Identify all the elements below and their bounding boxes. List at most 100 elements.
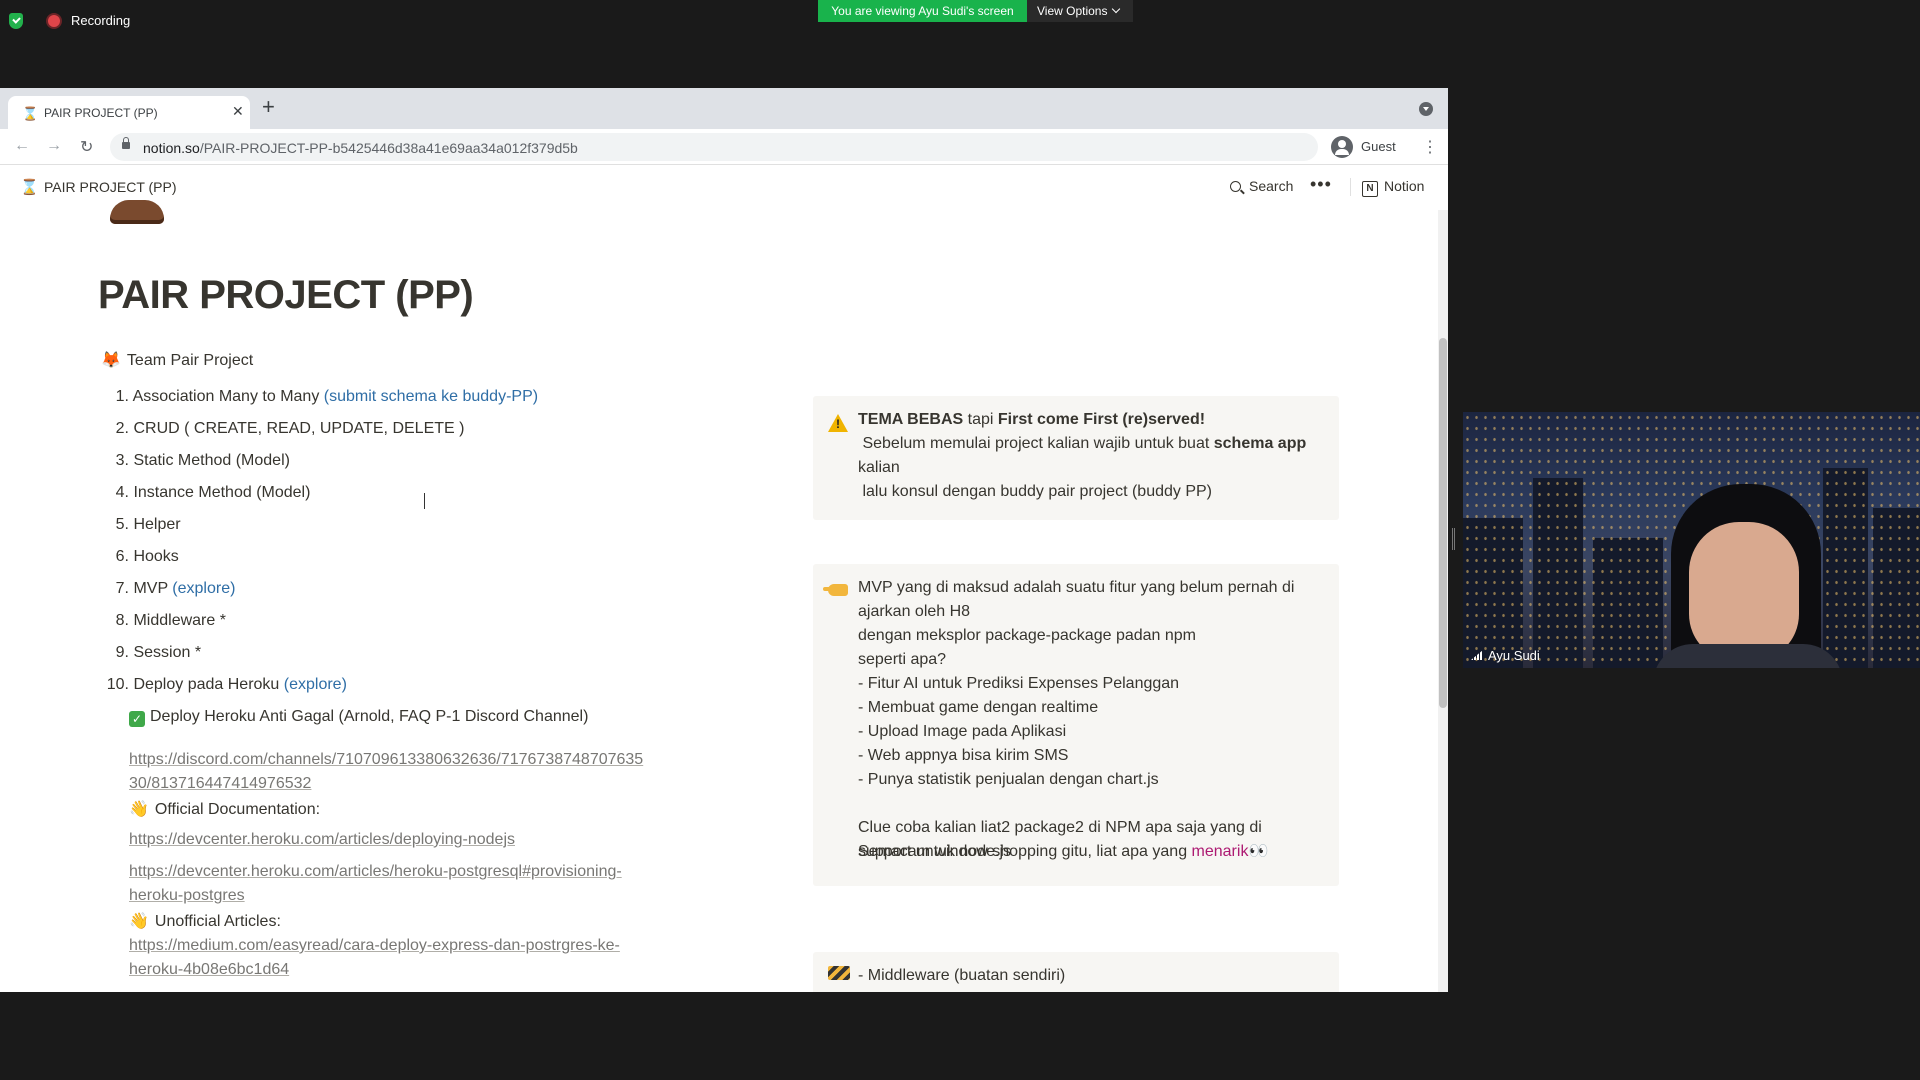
callout-tema-bebas: TEMA BEBAS tapi First come First (re)ser… [813, 396, 1339, 520]
security-shield-icon[interactable] [9, 13, 23, 29]
notion-label: Notion [1384, 178, 1425, 194]
deploy-anti-gagal: ✓ Deploy Heroku Anti Gagal (Arnold, FAQ P… [129, 708, 588, 727]
breadcrumb[interactable]: PAIR PROJECT (PP) [44, 179, 177, 195]
list-number: 10. [106, 676, 129, 693]
profile-button[interactable]: Guest [1327, 133, 1399, 161]
callout-text-part: tapi [963, 411, 998, 428]
divider [1350, 178, 1351, 196]
viewing-screen-banner: You are viewing Ayu Sudi's screen [818, 0, 1027, 22]
recording-label: Recording [71, 13, 131, 28]
callout-text: TEMA BEBAS tapi First come First (re)ser… [858, 408, 1205, 432]
callout-bold: TEMA BEBAS [858, 411, 964, 428]
callout-middleware: - Middleware (buatan sendiri) [813, 952, 1339, 992]
heroku-postgres-link[interactable]: https://devcenter.heroku.com/articles/he… [129, 860, 622, 908]
list-number: 2. [115, 420, 129, 437]
browser-menu-icon[interactable]: ⋮ [1422, 137, 1438, 157]
back-arrow-icon[interactable]: ← [14, 137, 30, 155]
callout-bold: schema app [1213, 435, 1307, 452]
recording-icon [48, 15, 60, 27]
unofficial-label: Unofficial Articles: [154, 913, 281, 930]
list-text: Helper [133, 516, 181, 533]
callout-text: kalian [858, 459, 900, 476]
tab-search-icon[interactable] [1419, 102, 1433, 116]
construction-icon [828, 966, 850, 980]
unofficial-heading: 👋 Unofficial Articles: [129, 911, 281, 931]
reload-icon[interactable]: ↻ [80, 137, 93, 157]
list-number: 4. [115, 484, 129, 501]
list-number: 1. [115, 388, 129, 405]
eyes-icon: 👀 [1248, 843, 1269, 860]
waving-hand-icon: 👋 [129, 801, 149, 818]
medium-article-link[interactable]: https://medium.com/easyread/cara-deploy-… [129, 934, 620, 982]
forward-arrow-icon[interactable]: → [46, 137, 62, 155]
list-item: 7. MVP (explore) [100, 580, 236, 598]
list-text: Static Method (Model) [133, 452, 290, 469]
list-text: Association Many to Many [132, 388, 324, 405]
list-text: Instance Method (Model) [133, 484, 311, 501]
text-cursor [424, 493, 426, 509]
list-number: 9. [115, 644, 129, 661]
notion-button[interactable]: N Notion [1362, 178, 1424, 197]
person-face [1689, 522, 1799, 662]
resize-handle[interactable] [1452, 528, 1455, 550]
list-item: 6. Hooks [100, 548, 179, 566]
notion-logo-icon: N [1362, 181, 1378, 197]
list-item: 2. CRUD ( CREATE, READ, UPDATE, DELETE ) [100, 420, 465, 438]
list-number: 5. [115, 516, 129, 533]
address-bar: ← → ↻ notion.so/PAIR-PROJECT-PP-b5425446… [0, 129, 1448, 165]
url-domain: notion.so [143, 140, 200, 156]
warning-icon [828, 414, 848, 432]
callout-bold: First come First (re)served! [997, 411, 1206, 428]
team-heading: 🦊 Team Pair Project [101, 350, 253, 370]
list-text: Session * [133, 644, 202, 661]
zoom-top-bar: Recording You are viewing Ayu Sudi's scr… [0, 0, 1920, 88]
participant-video[interactable]: Ayu Sudi [1463, 412, 1920, 668]
lock-icon[interactable] [122, 137, 130, 149]
participant-name: Ayu Sudi [1488, 648, 1540, 663]
person-body [1653, 644, 1843, 668]
search-icon [1230, 181, 1241, 192]
list-text: Middleware * [133, 612, 226, 629]
search-label: Search [1249, 178, 1294, 194]
list-number: 3. [115, 452, 129, 469]
checkmark-icon: ✓ [129, 711, 145, 727]
url-input[interactable]: notion.so/PAIR-PROJECT-PP-b5425446d38a41… [110, 133, 1318, 161]
callout-text-part: Semacam window shopping gitu, liat apa y… [858, 843, 1192, 860]
hourglass-icon: ⌛ [20, 179, 39, 196]
more-options-icon[interactable]: ••• [1310, 174, 1332, 195]
tab-title: PAIR PROJECT (PP) [44, 106, 158, 120]
explore-link[interactable]: (explore) [172, 580, 235, 597]
view-options-button[interactable]: View Options [1027, 0, 1133, 22]
url-text: notion.so/PAIR-PROJECT-PP-b5425446d38a41… [143, 140, 578, 156]
callout-text: - Middleware (buatan sendiri) [858, 967, 1066, 984]
new-tab-button[interactable]: + [262, 94, 275, 120]
search-button[interactable]: Search [1230, 178, 1293, 194]
callout-text: Semacam window shopping gitu, liat apa y… [858, 840, 1268, 864]
discord-link[interactable]: https://discord.com/channels/71070961338… [129, 748, 643, 796]
tab-bar: ⌛ PAIR PROJECT (PP) ✕ + [0, 88, 1448, 129]
scrollbar-thumb[interactable] [1439, 338, 1447, 708]
view-options-label: View Options [1037, 4, 1108, 18]
list-item: 5. Helper [100, 516, 181, 534]
page-title: PAIR PROJECT (PP) [98, 273, 474, 317]
list-number: 8. [115, 612, 129, 629]
url-path: /PAIR-PROJECT-PP-b5425446d38a41e69aa34a0… [199, 140, 578, 156]
callout-text-part: Sebelum memulai project kalian wajib unt… [858, 435, 1214, 452]
chevron-down-icon [1112, 4, 1121, 14]
list-item: 8. Middleware * [100, 612, 226, 630]
fox-icon: 🦊 [101, 352, 121, 369]
hourglass-icon: ⌛ [22, 106, 39, 121]
list-item: 9. Session * [100, 644, 201, 662]
list-item: 4. Instance Method (Model) [100, 484, 311, 502]
callout-text: Sebelum memulai project kalian wajib unt… [858, 432, 1306, 456]
highlight-text: menarik [1191, 843, 1249, 860]
list-text: Hooks [133, 548, 179, 565]
tab-pair-project[interactable]: ⌛ PAIR PROJECT (PP) ✕ [8, 96, 250, 129]
submit-schema-link[interactable]: (submit schema ke buddy-PP) [324, 388, 538, 405]
list-text: Deploy pada Heroku [133, 676, 284, 693]
heroku-nodejs-link[interactable]: https://devcenter.heroku.com/articles/de… [129, 828, 515, 852]
close-tab-icon[interactable]: ✕ [232, 103, 244, 120]
page-icon [110, 200, 164, 224]
explore-link[interactable]: (explore) [284, 676, 347, 693]
list-number: 7. [115, 580, 129, 597]
